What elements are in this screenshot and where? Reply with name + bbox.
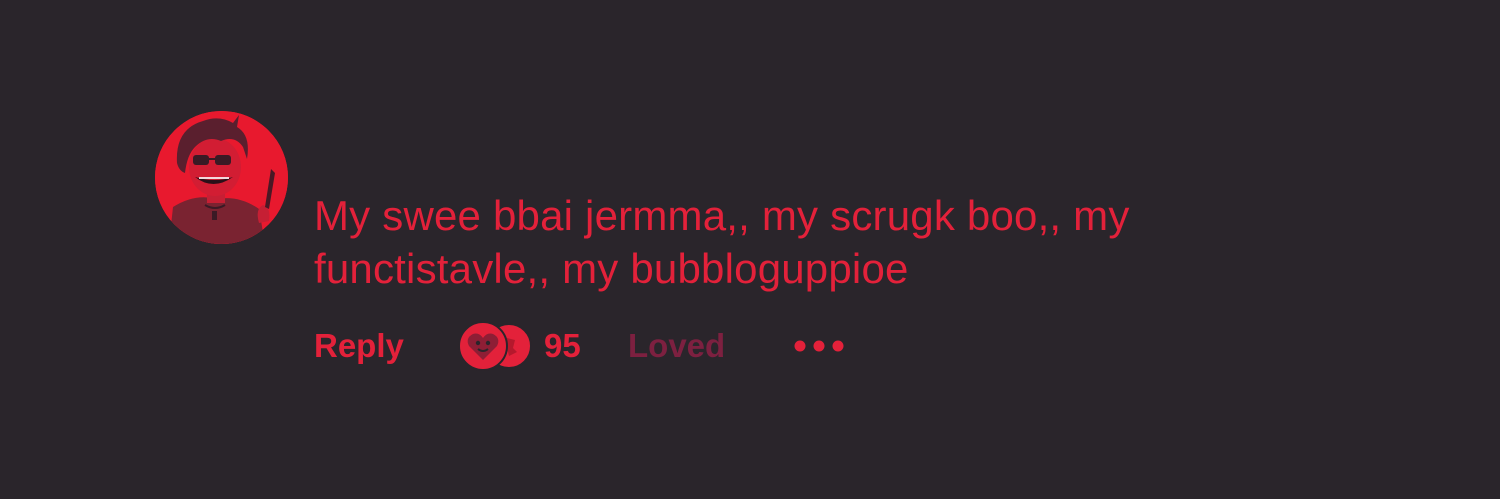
comment-text: My swee bbai jermma,, my scrugk boo,, my… [314, 192, 1130, 292]
heart-face-icon [458, 321, 508, 371]
reply-button[interactable]: Reply [314, 326, 404, 366]
more-button[interactable] [792, 332, 846, 360]
user-avatar[interactable] [155, 111, 288, 244]
comment-actions: Reply 95 Loved [314, 318, 1014, 374]
reactions-button[interactable] [457, 318, 537, 374]
comment: My swee bbai jermma,, my scrugk boo,, my… [0, 0, 1500, 499]
reaction-count: 95 [544, 327, 581, 364]
user-avatar-icon [155, 111, 288, 244]
more-dots-icon [794, 340, 844, 352]
loved-label[interactable]: Loved [628, 326, 725, 366]
